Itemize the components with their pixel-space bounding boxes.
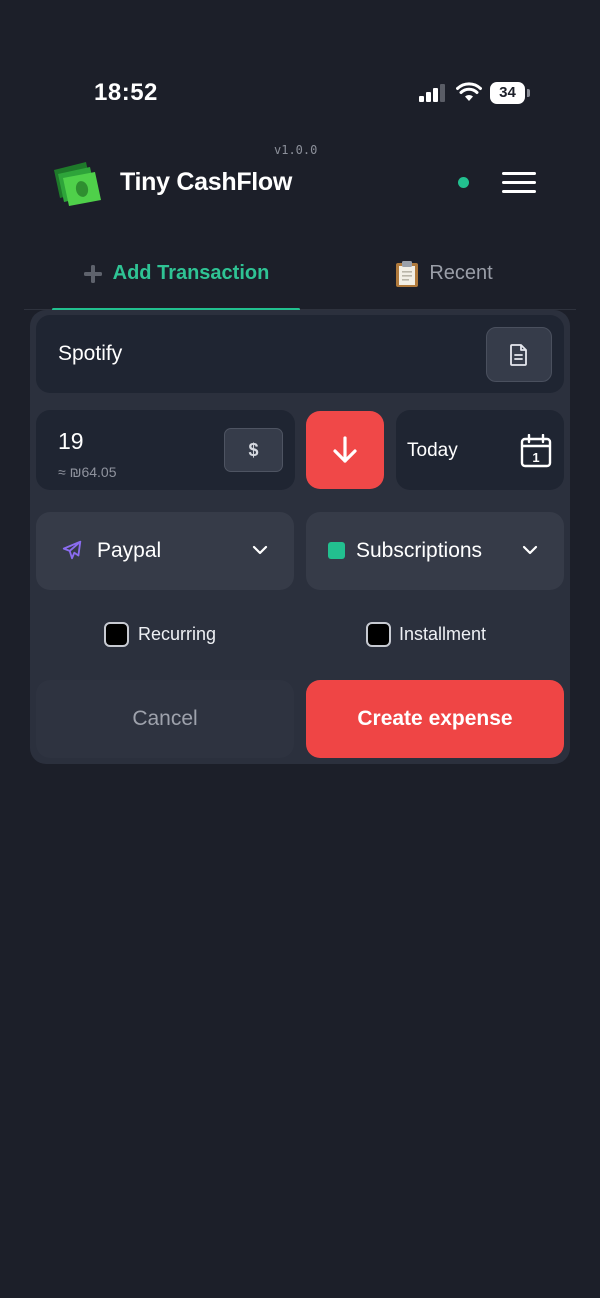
clipboard-icon [395, 260, 419, 288]
menu-button[interactable] [500, 170, 538, 196]
installment-label[interactable]: Installment [399, 624, 486, 645]
chevron-down-icon [522, 545, 538, 555]
tab-bar: Add Transaction Recent [24, 238, 576, 311]
app-version: v1.0.0 [274, 143, 318, 157]
chevron-down-icon [252, 545, 268, 555]
battery-icon: 34 [490, 82, 530, 104]
app-title: Tiny CashFlow [120, 168, 293, 196]
calendar-icon[interactable]: 1 [520, 434, 552, 468]
cash-stack-icon [54, 162, 101, 206]
note-button[interactable] [486, 327, 552, 382]
currency-button[interactable]: $ [224, 428, 283, 472]
battery-level: 34 [499, 84, 516, 101]
description-value[interactable]: Spotify [58, 342, 122, 366]
status-time: 18:52 [94, 79, 158, 106]
recurring-label[interactable]: Recurring [138, 624, 216, 645]
category-color-swatch [328, 542, 345, 559]
date-value[interactable]: Today [407, 440, 458, 462]
document-icon [510, 343, 527, 366]
amount-value[interactable]: 19 [58, 428, 84, 455]
tab-label: Recent [429, 262, 493, 284]
expense-type-toggle[interactable] [306, 411, 384, 489]
arrow-down-icon [333, 436, 357, 463]
plane-icon [62, 540, 82, 560]
category-label: Subscriptions [356, 539, 483, 562]
online-status-dot [458, 177, 469, 188]
tab-recent[interactable]: Recent [354, 238, 534, 309]
wifi-icon [456, 82, 482, 101]
tab-label: Add Transaction [112, 262, 270, 284]
account-label: Paypal [97, 539, 162, 562]
recurring-checkbox[interactable] [104, 622, 129, 647]
converted-amount: ≈ ₪64.05 [58, 464, 117, 480]
tab-add-transaction[interactable]: Add Transaction [52, 238, 300, 311]
plus-icon [83, 264, 103, 284]
installment-checkbox[interactable] [366, 622, 391, 647]
svg-text:1: 1 [532, 450, 539, 465]
cancel-button[interactable]: Cancel [36, 680, 294, 758]
create-expense-button[interactable]: Create expense [306, 680, 564, 758]
status-bar: 18:52 34 [0, 0, 600, 130]
cellular-signal-icon [419, 84, 445, 102]
